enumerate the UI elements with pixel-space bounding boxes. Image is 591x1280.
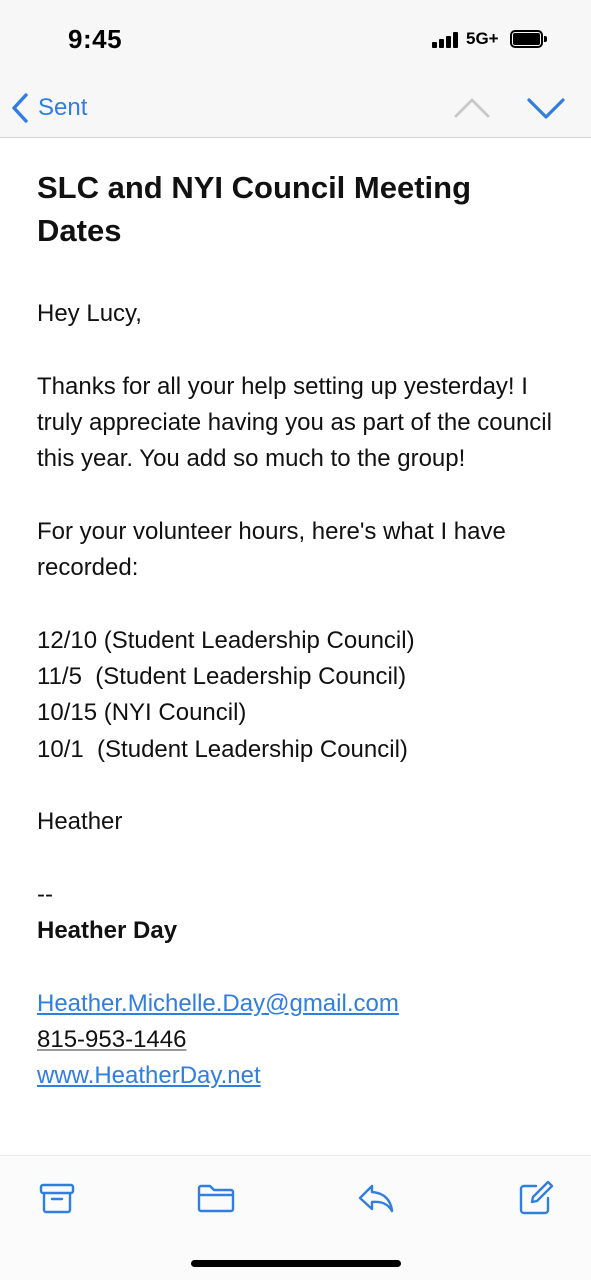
- email-signoff: Heather: [37, 808, 123, 836]
- phone-link[interactable]: 815-953-1446: [37, 1022, 186, 1058]
- chevron-down-icon: [527, 98, 565, 119]
- email-link[interactable]: Heather.Michelle.Day@gmail.com: [37, 986, 399, 1022]
- move-to-folder-button[interactable]: [196, 1178, 236, 1218]
- compose-button[interactable]: [516, 1178, 556, 1218]
- website-link[interactable]: www.HeatherDay.net: [37, 1058, 261, 1094]
- email-content: SLC and NYI Council Meeting Dates Hey Lu…: [37, 166, 557, 1095]
- chevron-left-icon: [12, 93, 28, 123]
- status-bar: 9:45 5G+: [0, 0, 591, 78]
- email-body: Hey Lucy, Thanks for all your help setti…: [37, 296, 557, 1095]
- meeting-date-item: 10/15 (NYI Council): [37, 699, 247, 727]
- meeting-date-item: 10/1 (Student Leadership Council): [37, 735, 408, 763]
- email-greeting: Hey Lucy,: [37, 300, 142, 327]
- archive-button[interactable]: [37, 1178, 77, 1218]
- meeting-date-item: 11/5 (Student Leadership Council): [37, 662, 407, 690]
- reply-button[interactable]: [356, 1178, 396, 1218]
- nav-bar: Sent: [0, 78, 591, 138]
- meeting-date-item: 12/10 (Student Leadership Council): [37, 626, 415, 654]
- email-paragraph: For your volunteer hours, here's what I …: [37, 517, 506, 582]
- email-subject: SLC and NYI Council Meeting Dates: [37, 170, 472, 248]
- compose-icon: [519, 1180, 554, 1215]
- signature-name: Heather Day: [37, 917, 178, 945]
- home-indicator[interactable]: [191, 1260, 401, 1267]
- folder-icon: [197, 1184, 235, 1213]
- previous-message-button[interactable]: [452, 88, 492, 128]
- next-message-button[interactable]: [526, 88, 566, 128]
- status-time: 9:45: [68, 24, 123, 54]
- email-paragraph: Thanks for all your help setting up yest…: [37, 372, 552, 473]
- reply-icon: [358, 1184, 394, 1213]
- signal-bars-icon: [432, 32, 462, 48]
- archive-icon: [39, 1183, 75, 1214]
- battery-icon: [510, 30, 547, 48]
- signature-separator: --: [37, 880, 53, 908]
- chevron-up-icon: [454, 98, 490, 118]
- network-type: 5G+: [466, 29, 499, 48]
- back-button[interactable]: Sent: [10, 86, 87, 130]
- back-label: Sent: [38, 94, 88, 121]
